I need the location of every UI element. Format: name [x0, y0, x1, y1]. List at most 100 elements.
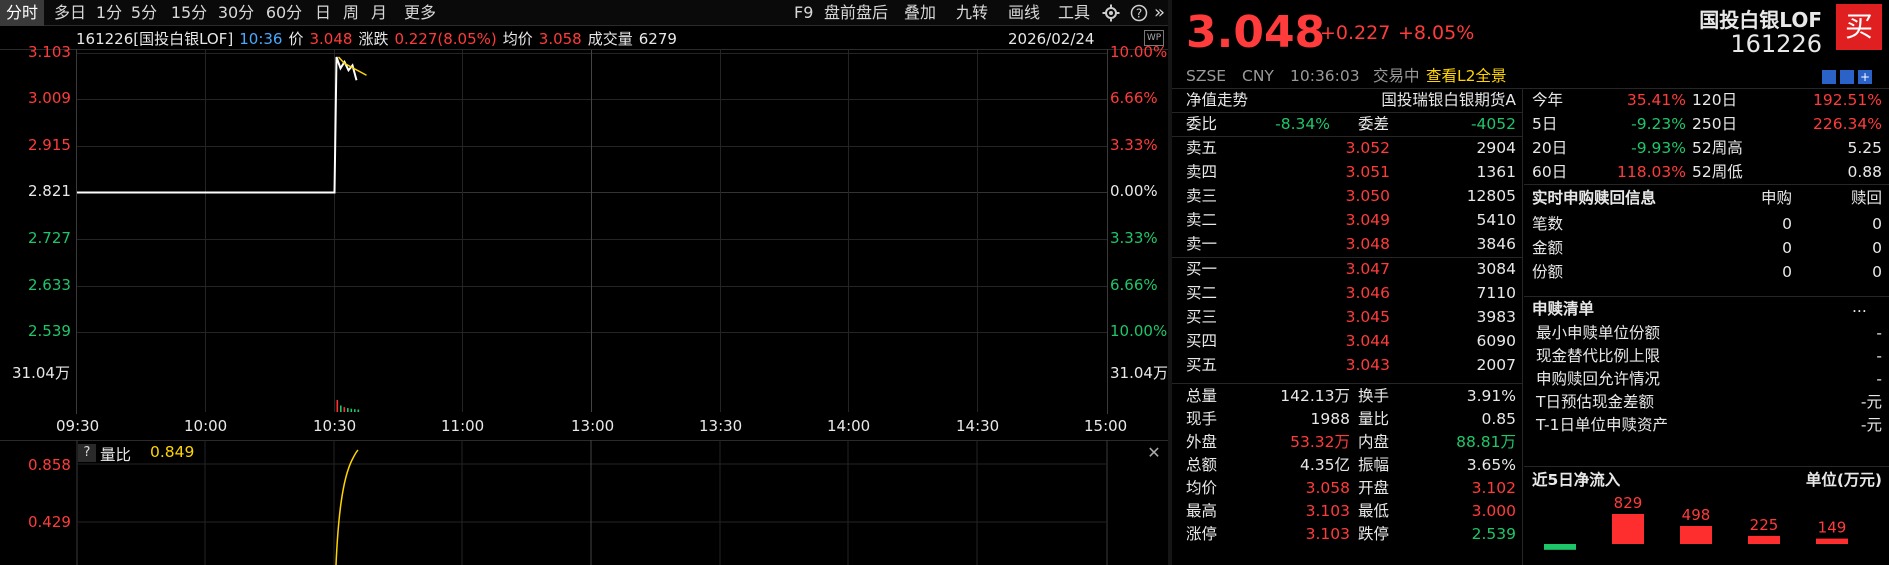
volume-bar [347, 408, 349, 412]
subscribe-label: 笔数 [1532, 215, 1564, 233]
volume-ratio-chart[interactable] [0, 440, 1168, 565]
stat-value: 3.102 [1471, 479, 1516, 497]
ask-volume: 1361 [1476, 163, 1516, 181]
stat-label: 总额 [1186, 456, 1218, 474]
bid-volume: 3983 [1476, 308, 1516, 326]
perf-label: 120日 [1692, 91, 1738, 109]
netflow-label: 149 [1818, 519, 1847, 537]
subscribe-label: 份额 [1532, 263, 1564, 281]
volume-bar [354, 409, 356, 412]
netflow-bar [1748, 535, 1780, 544]
bid-price: 3.047 [1345, 260, 1390, 278]
netflow-unit: 单位(万元) [1805, 471, 1882, 489]
stat-label: 外盘 [1186, 433, 1218, 451]
webi-value: -8.34% [1275, 115, 1330, 133]
ask-price: 3.052 [1345, 139, 1390, 157]
redeem-list-more[interactable]: ... [1852, 295, 1867, 319]
ask-label: 卖一 [1186, 235, 1218, 253]
stat-label: 换手 [1358, 387, 1390, 405]
buy-button[interactable]: 买 [1836, 4, 1882, 50]
redeem-list-label: 申购赎回允许情况 [1536, 370, 1661, 388]
stat-value: 3.65% [1466, 456, 1516, 474]
netflow-bar [1612, 514, 1644, 544]
volume-bar [340, 405, 342, 412]
bid-label: 买三 [1186, 308, 1218, 326]
ask-price: 3.050 [1345, 187, 1390, 205]
header-code: 161226 [1730, 30, 1822, 58]
volume-bar [350, 408, 353, 412]
ask-label: 卖四 [1186, 163, 1218, 181]
stat-value: 3.058 [1305, 479, 1350, 497]
redeem-list-label: 现金替代比例上限 [1536, 347, 1661, 365]
bid-price: 3.044 [1345, 332, 1390, 350]
stat-label: 振幅 [1358, 456, 1390, 474]
nav-fund: 国投瑞银白银期货A [1381, 91, 1516, 109]
redeem-list-value: - [1876, 324, 1882, 342]
subscribe-label: 金额 [1532, 239, 1564, 257]
subscribe-title: 实时申购赎回信息 [1532, 189, 1657, 207]
stat-label: 开盘 [1358, 479, 1390, 497]
perf-label: 52周高 [1692, 139, 1743, 157]
divider [1524, 466, 1889, 467]
edit-icon[interactable] [1822, 70, 1836, 84]
l2-link[interactable]: 查看L2全景 [1426, 64, 1507, 88]
redeem-list-value: - [1876, 347, 1882, 365]
header-price: 3.048 [1186, 7, 1326, 58]
netflow-bar [1680, 526, 1712, 544]
copy-icon[interactable] [1840, 70, 1854, 84]
bid-volume: 2007 [1476, 356, 1516, 374]
netflow-bar [1544, 544, 1576, 550]
stat-value: 3.000 [1471, 502, 1516, 520]
perf-label: 20日 [1532, 139, 1568, 157]
header-name: 国投白银LOF [1699, 8, 1822, 32]
exchange: SZSE [1186, 67, 1227, 85]
price-line [77, 56, 358, 194]
netflow-label: 829 [1614, 494, 1643, 512]
stat-label: 最低 [1358, 502, 1390, 520]
ask-price: 3.051 [1345, 163, 1390, 181]
perf-value: 192.51% [1813, 91, 1882, 109]
redeem-list-label: T-1日单位申赎资产 [1536, 416, 1669, 434]
trade-status: 交易中 [1373, 67, 1420, 85]
bid-price: 3.046 [1345, 284, 1390, 302]
redeem-list-value: -元 [1860, 416, 1882, 434]
bid-label: 买五 [1186, 356, 1218, 374]
ask-price: 3.049 [1345, 211, 1390, 229]
stat-value: 53.32万 [1290, 433, 1350, 451]
perf-value: -9.23% [1631, 115, 1686, 133]
panel-vertical-divider [1522, 88, 1523, 565]
stat-label: 量比 [1358, 410, 1390, 428]
perf-label: 52周低 [1692, 163, 1743, 181]
stat-value: 3.103 [1305, 502, 1350, 520]
header-change: +0.227 [1320, 22, 1391, 44]
ask-price: 3.048 [1345, 235, 1390, 253]
perf-value: 226.34% [1813, 115, 1882, 133]
ask-volume: 12805 [1466, 187, 1516, 205]
add-icon[interactable]: + [1858, 70, 1872, 84]
netflow-label: 498 [1682, 506, 1711, 524]
perf-label: 60日 [1532, 163, 1568, 181]
redeem-list-title: 申赎清单 [1532, 300, 1595, 318]
subscribe-col-subscribe: 申购 [1760, 189, 1792, 207]
stat-value: 4.35亿 [1299, 456, 1350, 474]
stat-value: 1988 [1310, 410, 1350, 428]
price-chart[interactable] [0, 0, 1168, 440]
subscribe-value: 0 [1782, 239, 1792, 257]
volume-ratio-line [335, 449, 359, 565]
netflow-title: 近5日净流入 [1532, 471, 1621, 489]
bid-price: 3.043 [1345, 356, 1390, 374]
bid-volume: 3084 [1476, 260, 1516, 278]
redeem-list-label: 最小申赎单位份额 [1536, 324, 1661, 342]
perf-label: 250日 [1692, 115, 1738, 133]
stat-label: 总量 [1186, 387, 1218, 405]
currency: CNY [1242, 67, 1274, 85]
ask-volume: 2904 [1476, 139, 1516, 157]
perf-value: 5.25 [1847, 139, 1882, 157]
stat-value: 2.539 [1471, 525, 1516, 543]
stat-value: 3.103 [1305, 525, 1350, 543]
netflow-bar [1816, 538, 1848, 544]
ask-volume: 5410 [1476, 211, 1516, 229]
perf-value: 35.41% [1626, 91, 1686, 109]
stat-value: 0.85 [1481, 410, 1516, 428]
nav-title[interactable]: 净值走势 [1186, 88, 1248, 112]
